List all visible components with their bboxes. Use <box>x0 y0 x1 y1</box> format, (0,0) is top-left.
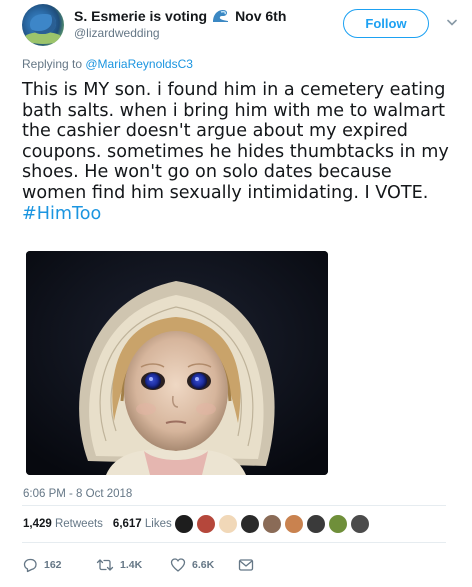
display-name-text[interactable]: S. Esmerie is voting <box>74 8 207 24</box>
liker-avatar[interactable] <box>218 514 238 534</box>
heart-icon[interactable] <box>170 557 186 573</box>
divider <box>22 542 446 543</box>
likes-count[interactable]: 6,617 <box>113 518 142 530</box>
retweet-icon[interactable] <box>96 557 114 573</box>
retweets-label[interactable]: Retweets <box>55 518 103 530</box>
reply-count[interactable]: 162 <box>44 559 62 571</box>
tweet-text: This is MY son. i found him in a cemeter… <box>22 80 452 224</box>
reply-icon[interactable] <box>22 557 38 573</box>
author-avatar[interactable] <box>22 4 64 46</box>
author-names: S. Esmerie is voting Nov 6th @lizardwedd… <box>74 8 286 40</box>
like-count[interactable]: 6.6K <box>192 559 214 571</box>
author-handle[interactable]: @lizardwedding <box>74 26 286 40</box>
tweet-actions: 162 1.4K 6.6K <box>22 556 254 574</box>
liker-avatar[interactable] <box>196 514 216 534</box>
liker-avatar[interactable] <box>284 514 304 534</box>
retweet-count[interactable]: 1.4K <box>120 559 142 571</box>
follow-button[interactable]: Follow <box>343 9 429 38</box>
tweet-body: This is MY son. i found him in a cemeter… <box>22 80 449 203</box>
envelope-icon[interactable] <box>238 558 254 572</box>
liker-avatar[interactable] <box>350 514 370 534</box>
retweet-stat[interactable]: 1,429 Retweets <box>23 518 103 530</box>
chevron-down-icon[interactable] <box>447 19 457 27</box>
retweets-count[interactable]: 1,429 <box>23 518 52 530</box>
liker-avatar[interactable] <box>174 514 194 534</box>
tweet-photo[interactable] <box>26 251 328 475</box>
direct-message-action[interactable] <box>238 558 254 572</box>
replying-prefix: Replying to <box>22 57 86 71</box>
reply-mention-link[interactable]: @MariaReynoldsC3 <box>85 57 193 71</box>
liker-avatar[interactable] <box>306 514 326 534</box>
tweet-header: S. Esmerie is voting Nov 6th @lizardwedd… <box>22 0 462 50</box>
reply-action[interactable]: 162 <box>22 557 92 573</box>
tweet-stats: 1,429 Retweets 6,617 Likes <box>23 513 172 535</box>
doll-photo <box>26 251 328 475</box>
divider <box>22 505 446 506</box>
like-stat[interactable]: 6,617 Likes <box>113 518 172 530</box>
hashtag-link[interactable]: #HimToo <box>22 204 101 224</box>
replying-to: Replying to @MariaReynoldsC3 <box>22 57 193 71</box>
likes-label[interactable]: Likes <box>145 518 172 530</box>
liker-avatar[interactable] <box>240 514 260 534</box>
like-action[interactable]: 6.6K <box>170 557 236 573</box>
retweet-action[interactable]: 1.4K <box>96 557 166 573</box>
tweet-timestamp[interactable]: 6:06 PM - 8 Oct 2018 <box>23 488 132 500</box>
liker-avatar[interactable] <box>328 514 348 534</box>
display-name-suffix[interactable]: Nov 6th <box>235 8 286 24</box>
author-display-name[interactable]: S. Esmerie is voting Nov 6th <box>74 8 286 24</box>
liker-avatar[interactable] <box>262 514 282 534</box>
wave-emoji-icon <box>212 9 229 23</box>
likers-avatars <box>174 513 372 535</box>
